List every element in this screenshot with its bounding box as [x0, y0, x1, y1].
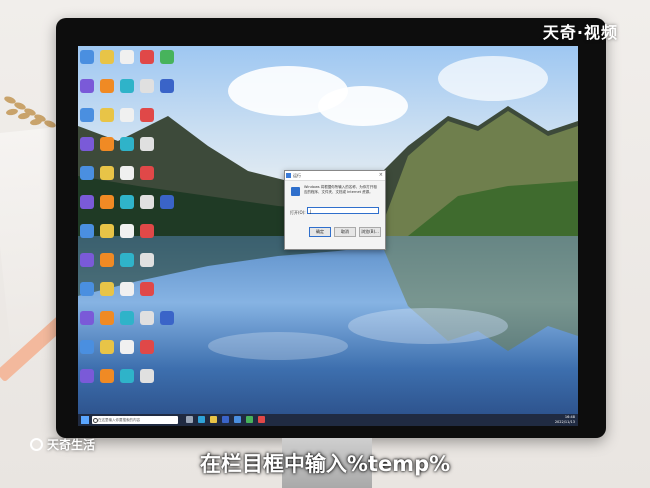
desktop-app-icon[interactable]	[160, 195, 174, 209]
taskbar-search-placeholder: 在这里输入你要搜索的内容	[98, 418, 140, 422]
run-dialog: 运行 × Windows 将根据你所输入的名称，为你打开相应的程序、文件夹、文档…	[284, 170, 386, 250]
desktop-app-icon[interactable]	[140, 282, 154, 296]
desktop-app-icon[interactable]	[80, 195, 94, 209]
taskbar-search-input[interactable]: 在这里输入你要搜索的内容	[92, 416, 178, 424]
desktop-app-icon[interactable]	[140, 166, 154, 180]
tray-date: 2022/11/13	[554, 420, 575, 424]
desktop-app-icon[interactable]	[120, 137, 134, 151]
taskbar-apps	[186, 416, 265, 423]
desktop-app-icon[interactable]	[80, 224, 94, 238]
desktop-app-icon[interactable]	[160, 50, 174, 64]
app-icon[interactable]	[258, 416, 265, 423]
mail-icon[interactable]	[234, 416, 241, 423]
desktop-app-icon[interactable]	[140, 369, 154, 383]
desktop-app-icon[interactable]	[100, 79, 114, 93]
desktop-app-icon[interactable]	[80, 137, 94, 151]
open-label: 打开(O):	[290, 210, 306, 215]
search-icon	[93, 418, 98, 423]
desktop-app-icon[interactable]	[100, 311, 114, 325]
run-command-input[interactable]: |	[307, 207, 379, 214]
desktop-app-icon[interactable]	[120, 282, 134, 296]
taskbar: 在这里输入你要搜索的内容 16:48 2022/11/13	[78, 414, 578, 426]
store-icon[interactable]	[222, 416, 229, 423]
run-dialog-titlebar[interactable]: 运行 ×	[285, 171, 385, 181]
desktop-app-icon[interactable]	[80, 340, 94, 354]
desktop-screen: 运行 × Windows 将根据你所输入的名称，为你打开相应的程序、文件夹、文档…	[78, 46, 578, 426]
video-subtitle: 在栏目框中输入%temp%	[199, 452, 451, 476]
run-program-icon	[291, 187, 300, 196]
desktop-app-icon[interactable]	[100, 369, 114, 383]
desktop-app-icon[interactable]	[80, 369, 94, 383]
desktop-app-icon[interactable]	[100, 50, 114, 64]
file-explorer-icon[interactable]	[210, 416, 217, 423]
edge-icon[interactable]	[198, 416, 205, 423]
browse-button[interactable]: 浏览(B)...	[359, 227, 381, 237]
desktop-app-icon[interactable]	[140, 50, 154, 64]
watermark-top: 天奇·视频	[542, 23, 618, 42]
desktop-app-icon[interactable]	[80, 311, 94, 325]
desktop-app-icon[interactable]	[160, 311, 174, 325]
desktop-app-icon[interactable]	[80, 282, 94, 296]
ok-button[interactable]: 确定	[309, 227, 331, 237]
desktop-app-icon[interactable]	[80, 108, 94, 122]
desktop-app-icon[interactable]	[140, 137, 154, 151]
desktop-app-icon[interactable]	[100, 224, 114, 238]
desktop-app-icon[interactable]	[120, 311, 134, 325]
run-dialog-description: Windows 将根据你所输入的名称，为你打开相应的程序、文件夹、文档或 Int…	[304, 185, 377, 194]
desktop-app-icon[interactable]	[120, 50, 134, 64]
desktop-app-icon[interactable]	[100, 166, 114, 180]
desktop-app-icon[interactable]	[120, 166, 134, 180]
run-dialog-buttons: 确定 取消 浏览(B)...	[309, 227, 381, 237]
desktop-app-icon[interactable]	[120, 224, 134, 238]
desktop-app-icon[interactable]	[100, 108, 114, 122]
desktop-app-icon[interactable]	[140, 79, 154, 93]
task-view-icon[interactable]	[186, 416, 193, 423]
system-tray[interactable]: 16:48 2022/11/13	[555, 415, 575, 425]
start-button[interactable]	[81, 416, 89, 424]
desktop-app-icon[interactable]	[120, 340, 134, 354]
desktop-app-icon[interactable]	[140, 108, 154, 122]
desktop-app-icon[interactable]	[100, 253, 114, 267]
desktop-app-icon[interactable]	[120, 108, 134, 122]
desktop-app-icon[interactable]	[140, 224, 154, 238]
desktop-app-icon[interactable]	[100, 340, 114, 354]
desktop-app-icon[interactable]	[100, 195, 114, 209]
desktop-app-icon[interactable]	[120, 195, 134, 209]
desktop-app-icon[interactable]	[140, 195, 154, 209]
desktop-app-icon[interactable]	[140, 340, 154, 354]
desktop-app-icon[interactable]	[160, 79, 174, 93]
desktop-app-icon[interactable]	[100, 282, 114, 296]
desktop-app-icon[interactable]	[140, 253, 154, 267]
desktop-app-icon[interactable]	[120, 253, 134, 267]
desktop-app-icon[interactable]	[100, 137, 114, 151]
desktop-app-icon[interactable]	[120, 79, 134, 93]
run-icon	[286, 173, 291, 178]
desktop-app-icon[interactable]	[80, 253, 94, 267]
cancel-button[interactable]: 取消	[334, 227, 356, 237]
close-icon[interactable]: ×	[379, 171, 383, 180]
desktop-app-icon[interactable]	[80, 50, 94, 64]
desktop-app-icon[interactable]	[140, 311, 154, 325]
desktop-app-icon[interactable]	[80, 166, 94, 180]
desktop-app-icon[interactable]	[120, 369, 134, 383]
app-icon[interactable]	[246, 416, 253, 423]
desktop-app-icon[interactable]	[80, 79, 94, 93]
run-dialog-title: 运行	[293, 173, 301, 178]
